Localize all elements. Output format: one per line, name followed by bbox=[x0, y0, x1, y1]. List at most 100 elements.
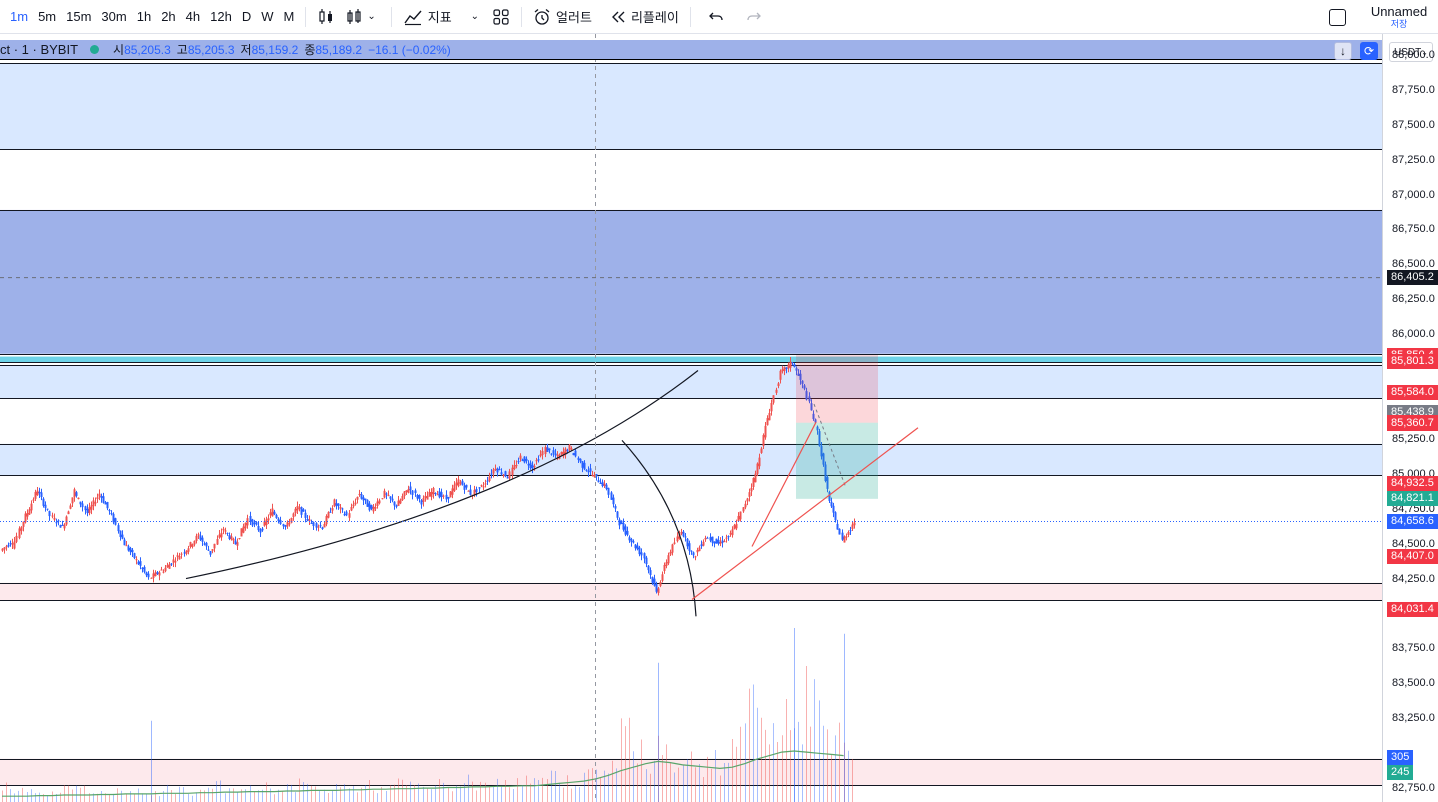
timeframe-4h[interactable]: 4h bbox=[181, 0, 205, 34]
indicators-button[interactable]: 지표 bbox=[398, 0, 457, 34]
candle-body bbox=[663, 564, 666, 571]
timeframe-1m[interactable]: 1m bbox=[5, 0, 33, 34]
timeframe-W[interactable]: W bbox=[256, 0, 278, 34]
candle-body bbox=[550, 453, 553, 455]
chevron-down-icon: ⌄ bbox=[367, 11, 376, 22]
layout-select-checkbox[interactable] bbox=[1329, 8, 1346, 26]
candle-body bbox=[694, 556, 697, 558]
candle-body bbox=[634, 544, 637, 549]
candle-body bbox=[704, 537, 707, 540]
candle-body bbox=[570, 448, 573, 450]
candle-body bbox=[5, 546, 8, 548]
candle-body bbox=[523, 456, 526, 463]
replay-button[interactable]: 리플레이 bbox=[605, 0, 684, 34]
candle-body bbox=[154, 572, 157, 577]
candle-body bbox=[616, 511, 619, 518]
candle-body bbox=[59, 525, 62, 528]
candle-body bbox=[770, 402, 773, 412]
candle-body bbox=[46, 508, 49, 510]
price-tag: 85,801.3 bbox=[1387, 354, 1438, 370]
candle-body bbox=[832, 505, 835, 513]
candle-body bbox=[160, 569, 163, 571]
zone-band bbox=[0, 356, 1382, 363]
candle-body bbox=[24, 513, 27, 523]
timeframe-2h[interactable]: 2h bbox=[156, 0, 180, 34]
auto-scale-button[interactable]: ⟳ bbox=[1360, 42, 1378, 60]
candle-body bbox=[696, 550, 699, 553]
price-axis[interactable]: USDT ⌄ 88,000.0 87,750.0 87,500.0 87,250.0 8… bbox=[1382, 34, 1438, 802]
bar-style-button[interactable] bbox=[312, 0, 340, 34]
candle-body bbox=[100, 495, 103, 498]
timeframe-12h[interactable]: 12h bbox=[205, 0, 237, 34]
candle-body bbox=[533, 466, 536, 468]
candle-body bbox=[511, 467, 514, 476]
candle-body bbox=[847, 531, 850, 535]
candle-body bbox=[63, 524, 66, 529]
price-tick: 82,750.0 bbox=[1392, 782, 1435, 795]
timeframe-M[interactable]: M bbox=[279, 0, 300, 34]
candle-body bbox=[294, 508, 297, 514]
candle-body bbox=[475, 488, 478, 493]
timeframe-15m[interactable]: 15m bbox=[61, 0, 96, 34]
price-tag: 86,405.2 bbox=[1387, 270, 1438, 286]
candle-body bbox=[121, 534, 124, 539]
candle-body bbox=[504, 471, 507, 477]
candle-body bbox=[323, 524, 326, 528]
candle-body bbox=[156, 572, 159, 574]
candle-body bbox=[133, 553, 136, 559]
position-target-zone bbox=[796, 422, 878, 499]
candle-body bbox=[775, 389, 778, 393]
alert-button[interactable]: 얼러트 bbox=[528, 0, 597, 34]
candle-body bbox=[727, 535, 730, 538]
indicator-chart-icon bbox=[404, 10, 422, 25]
timeframe-1h[interactable]: 1h bbox=[132, 0, 156, 34]
candle-body bbox=[506, 477, 509, 479]
timeframe-30m[interactable]: 30m bbox=[96, 0, 131, 34]
undo-button[interactable] bbox=[703, 0, 729, 34]
candle-body bbox=[692, 552, 695, 556]
zone-band bbox=[0, 364, 1382, 399]
candle-body bbox=[302, 509, 305, 512]
candle-body bbox=[172, 559, 175, 563]
candle-body bbox=[147, 573, 150, 578]
redo-button[interactable] bbox=[741, 0, 767, 34]
candle-body bbox=[331, 508, 334, 511]
candle-body bbox=[112, 513, 115, 523]
candle-body bbox=[610, 492, 613, 500]
toolbar-divider bbox=[689, 6, 691, 27]
candle-body bbox=[401, 496, 404, 501]
candle-body bbox=[205, 542, 208, 547]
price-tick: 86,500.0 bbox=[1392, 258, 1435, 271]
candle-body bbox=[51, 515, 54, 517]
scroll-to-latest-button[interactable]: ↓ bbox=[1334, 42, 1352, 60]
chart-type-button[interactable]: ⌄ bbox=[340, 0, 384, 34]
candle-body bbox=[288, 523, 291, 525]
price-chart[interactable] bbox=[0, 34, 1382, 802]
candle-body bbox=[228, 535, 231, 539]
timeframe-5m[interactable]: 5m bbox=[33, 0, 61, 34]
templates-button[interactable] bbox=[487, 0, 515, 34]
close-key: 종 bbox=[304, 43, 316, 57]
candle-body bbox=[554, 453, 557, 456]
candle-body bbox=[55, 522, 58, 524]
price-tick: 84,250.0 bbox=[1392, 572, 1435, 585]
timeframe-D[interactable]: D bbox=[237, 0, 256, 34]
high-key: 고 bbox=[176, 43, 188, 57]
candle-body bbox=[430, 492, 433, 498]
candle-body bbox=[723, 541, 726, 543]
chevron-down-icon[interactable]: ⌄ bbox=[467, 11, 483, 22]
candle-body bbox=[643, 553, 646, 559]
indicators-label: 지표 bbox=[427, 10, 452, 25]
candle-body bbox=[762, 435, 765, 447]
candle-body bbox=[391, 498, 394, 501]
symbol-name[interactable]: ct · 1 · BYBIT bbox=[0, 42, 78, 57]
candle-body bbox=[193, 540, 196, 545]
candle-body bbox=[457, 479, 460, 487]
layout-name-button[interactable]: Unnamed 저장 bbox=[1360, 5, 1438, 30]
candle-body bbox=[79, 501, 82, 505]
candle-body bbox=[40, 492, 43, 497]
candle-body bbox=[312, 522, 315, 527]
candle-body bbox=[686, 538, 689, 547]
candle-body bbox=[42, 498, 45, 506]
candle-body bbox=[539, 454, 542, 457]
